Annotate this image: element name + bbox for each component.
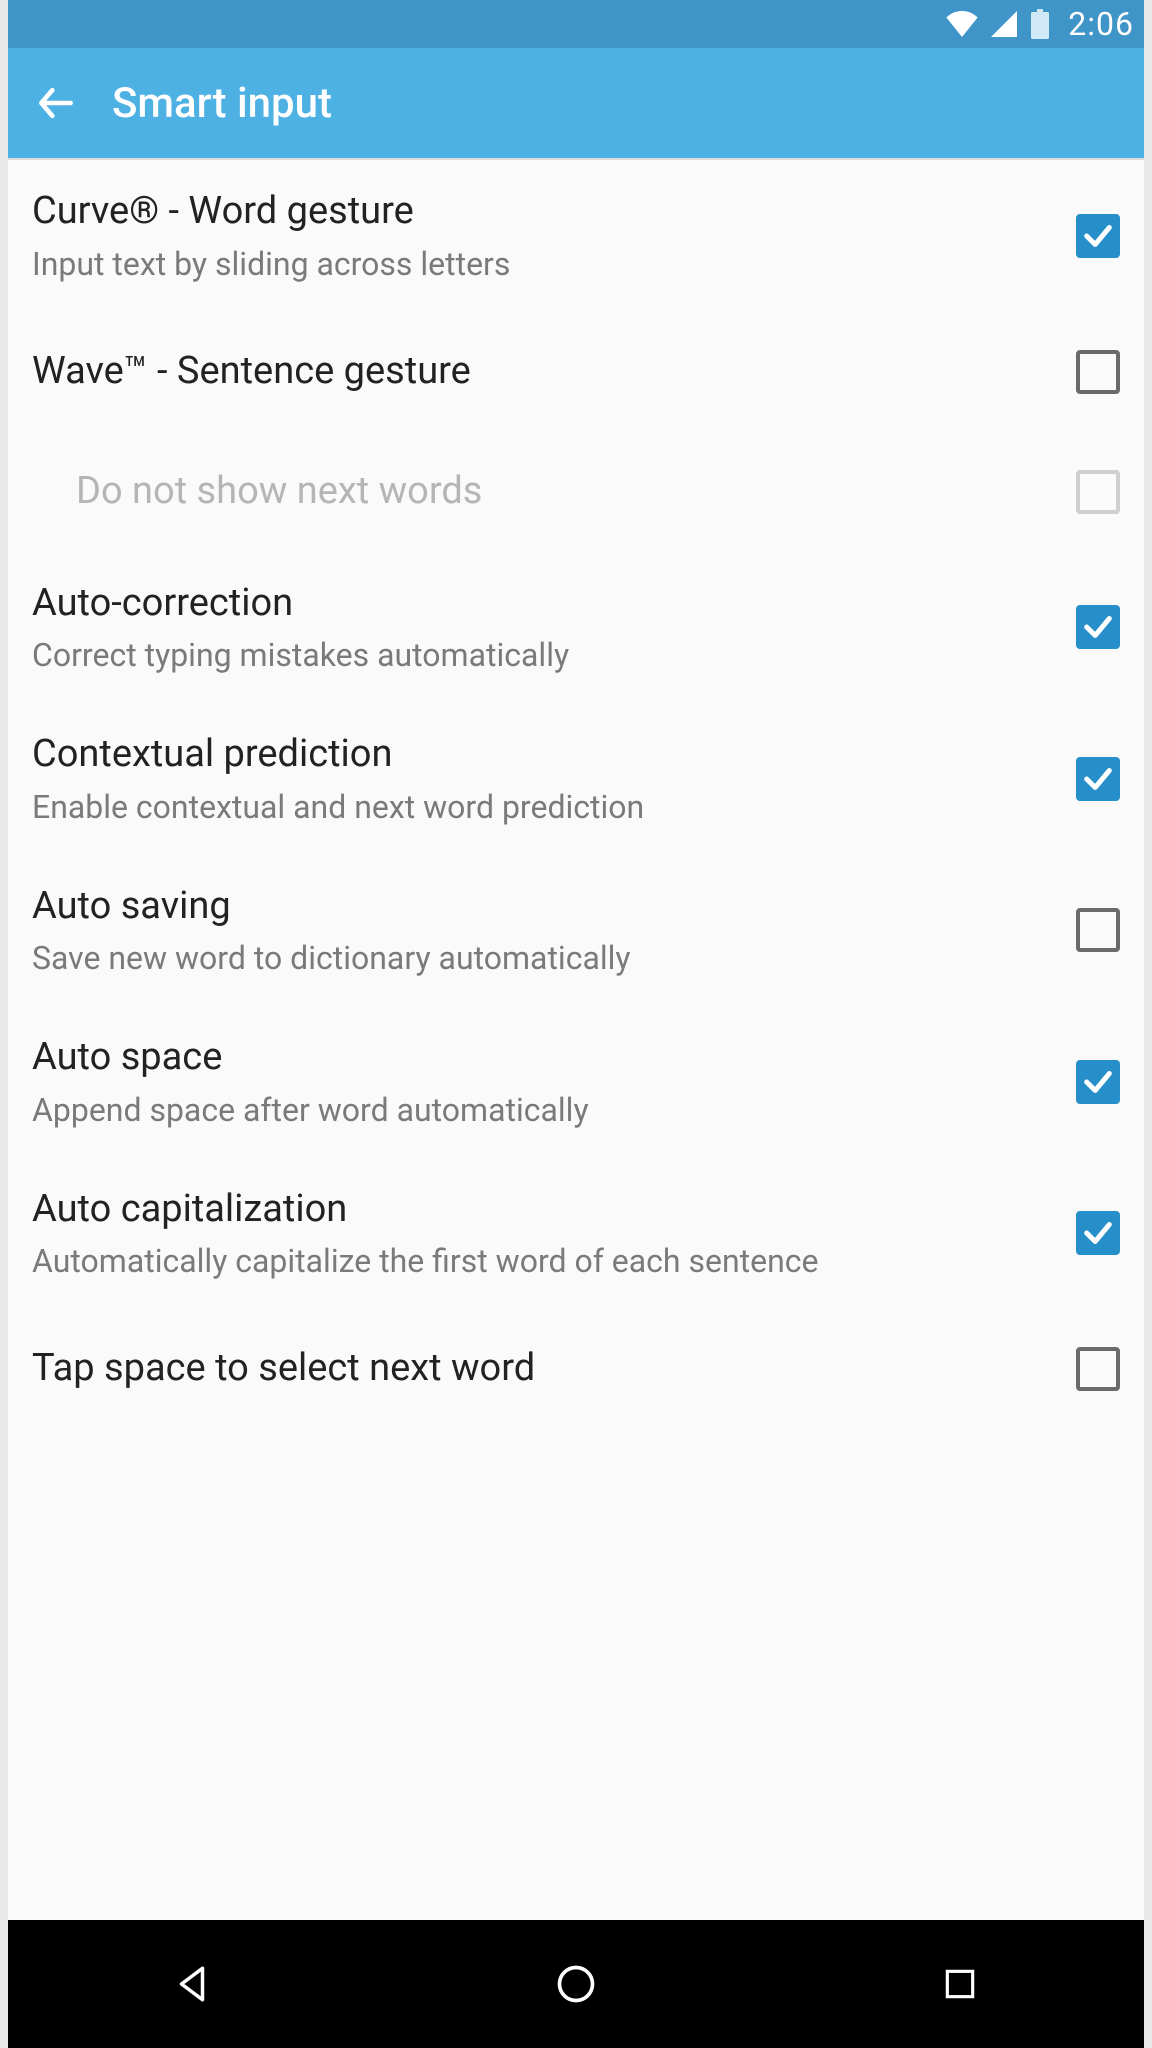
setting-row[interactable]: Tap space to select next word [0,1309,1152,1429]
setting-checkbox[interactable] [1076,908,1120,952]
setting-checkbox[interactable] [1076,350,1120,394]
cellular-icon [990,11,1018,37]
setting-subtitle: Save new word to dictionary automaticall… [32,938,1052,978]
app-bar: Smart input [0,48,1152,160]
setting-checkbox[interactable] [1076,214,1120,258]
setting-row[interactable]: Auto space Append space after word automa… [0,1006,1152,1158]
setting-subtitle: Enable contextual and next word predicti… [32,787,1052,827]
back-button[interactable] [24,71,88,135]
page-title: Smart input [112,79,332,128]
setting-title: Auto-correction [32,580,1052,628]
setting-row[interactable]: Auto saving Save new word to dictionary a… [0,855,1152,1007]
setting-title: Wave™ - Sentence gesture [32,348,1052,396]
setting-checkbox [1076,470,1120,514]
setting-title: Curve® - Word gesture [32,188,1052,236]
setting-title: Do not show next words [76,468,1052,516]
setting-row[interactable]: Auto capitalization Automatically capital… [0,1158,1152,1310]
setting-checkbox[interactable] [1076,605,1120,649]
settings-list: Curve® - Word gesture Input text by slidi… [0,160,1152,1920]
setting-row[interactable]: Wave™ - Sentence gesture [0,312,1152,432]
status-bar: 2:06 [0,0,1152,48]
clock: 2:06 [1068,5,1134,43]
setting-row: Do not show next words [0,432,1152,552]
setting-title: Auto capitalization [32,1186,1052,1234]
setting-checkbox[interactable] [1076,1347,1120,1391]
setting-subtitle: Append space after word automatically [32,1090,1052,1130]
setting-title: Auto space [32,1034,1052,1082]
setting-row[interactable]: Contextual prediction Enable contextual a… [0,703,1152,855]
nav-recent-button[interactable] [900,1944,1020,2024]
setting-subtitle: Input text by sliding across letters [32,244,1052,284]
nav-back-button[interactable] [132,1944,252,2024]
setting-checkbox[interactable] [1076,757,1120,801]
setting-title: Contextual prediction [32,731,1052,779]
setting-checkbox[interactable] [1076,1060,1120,1104]
setting-checkbox[interactable] [1076,1211,1120,1255]
nav-home-button[interactable] [516,1944,636,2024]
setting-title: Auto saving [32,883,1052,931]
setting-subtitle: Correct typing mistakes automatically [32,635,1052,675]
wifi-icon [946,11,978,37]
setting-subtitle: Automatically capitalize the first word … [32,1241,1052,1281]
setting-row[interactable]: Auto-correction Correct typing mistakes a… [0,552,1152,704]
setting-row[interactable]: Curve® - Word gesture Input text by slidi… [0,160,1152,312]
setting-title: Tap space to select next word [32,1345,1052,1393]
navigation-bar [0,1920,1152,2048]
battery-icon [1030,9,1050,39]
